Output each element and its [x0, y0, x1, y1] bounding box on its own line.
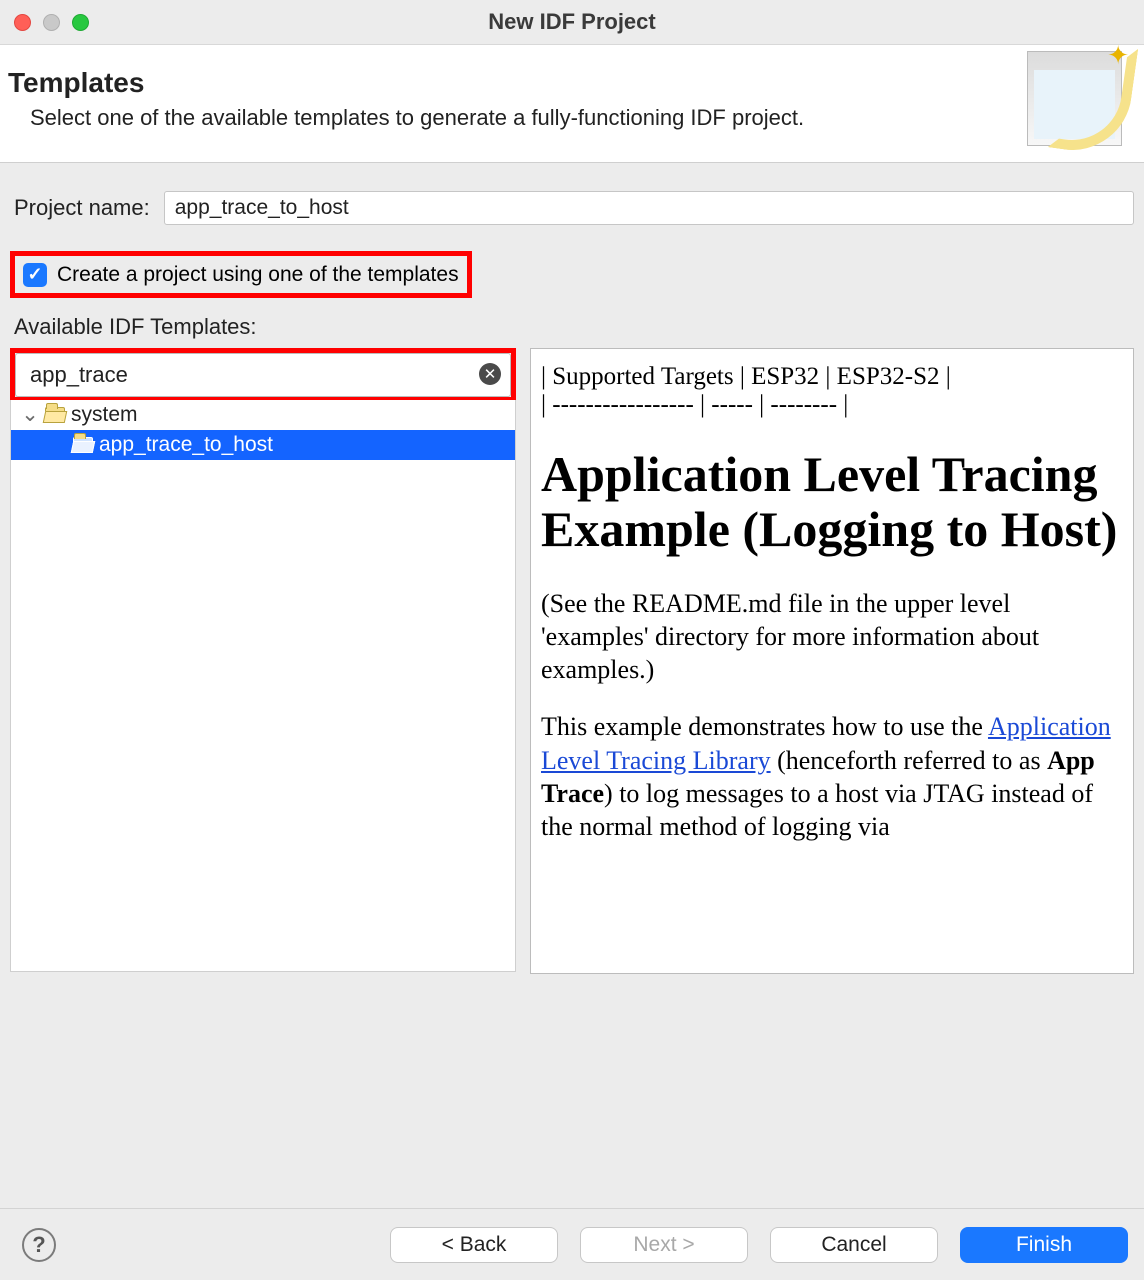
project-name-input[interactable] [164, 191, 1134, 225]
preview-text: This example demonstrates how to use the [541, 712, 988, 741]
preview-paragraph: (See the README.md file in the upper lev… [541, 587, 1123, 687]
wizard-footer: ? < Back Next > Cancel Finish [0, 1208, 1144, 1280]
preview-text: ) to log messages to a host via JTAG ins… [541, 779, 1093, 841]
template-search-input[interactable] [15, 353, 511, 397]
supported-targets-separator: | ----------------- | ----- | -------- | [541, 391, 1123, 419]
page-description: Select one of the available templates to… [8, 105, 804, 131]
title-bar: New IDF Project [0, 0, 1144, 45]
project-name-label: Project name: [14, 195, 150, 221]
sparkle-icon: ✦ [1107, 40, 1129, 71]
wizard-banner-icon: ✦ [1027, 51, 1122, 146]
template-search-highlight: ✕ [10, 348, 516, 402]
folder-open-icon [45, 407, 65, 423]
supported-targets-line: | Supported Targets | ESP32 | ESP32-S2 | [541, 363, 1123, 391]
preview-heading: Application Level Tracing Example (Loggi… [541, 447, 1123, 557]
project-name-row: Project name: [14, 191, 1134, 225]
page-title: Templates [8, 67, 804, 105]
tree-item-label: app_trace_to_host [99, 433, 273, 457]
next-button: Next > [580, 1227, 748, 1263]
help-button[interactable]: ? [22, 1228, 56, 1262]
wizard-header: Templates Select one of the available te… [0, 45, 1144, 163]
preview-paragraph: This example demonstrates how to use the… [541, 710, 1123, 843]
back-button[interactable]: < Back [390, 1227, 558, 1263]
template-tree[interactable]: ⌄ system app_trace_to_host [10, 400, 516, 972]
tree-item-label: system [71, 403, 138, 427]
finish-button[interactable]: Finish [960, 1227, 1128, 1263]
folder-open-icon [73, 437, 93, 453]
cancel-button[interactable]: Cancel [770, 1227, 938, 1263]
template-preview-pane[interactable]: | Supported Targets | ESP32 | ESP32-S2 |… [530, 348, 1134, 974]
preview-text: (henceforth referred to as [771, 746, 1047, 775]
tree-item-app-trace-to-host[interactable]: app_trace_to_host [11, 430, 515, 460]
chevron-down-icon[interactable]: ⌄ [21, 402, 39, 427]
clear-search-icon[interactable]: ✕ [479, 363, 501, 385]
tree-item-system[interactable]: ⌄ system [11, 400, 515, 430]
use-template-highlight: ✓ Create a project using one of the temp… [10, 251, 472, 298]
window-title: New IDF Project [0, 9, 1144, 35]
use-template-label: Create a project using one of the templa… [57, 263, 459, 287]
available-templates-label: Available IDF Templates: [14, 314, 1134, 340]
use-template-checkbox[interactable]: ✓ [23, 263, 47, 287]
use-template-checkbox-row[interactable]: ✓ Create a project using one of the temp… [23, 263, 459, 287]
